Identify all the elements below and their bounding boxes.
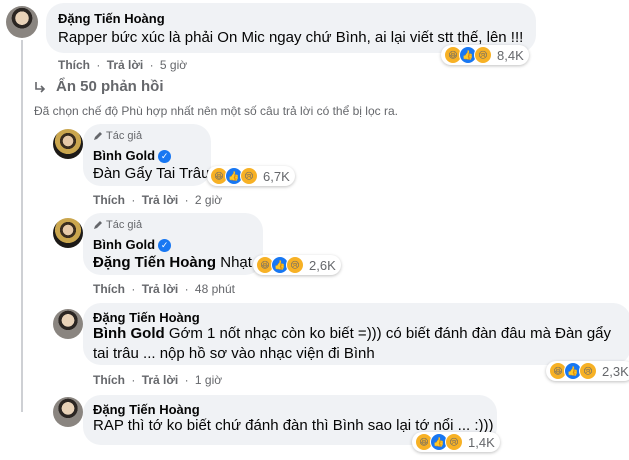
comment-author[interactable]: Đặng Tiến Hoàng <box>93 402 200 417</box>
comment-actions: Thích · Trả lời · 48 phút <box>93 282 235 296</box>
reaction-summary[interactable]: 😆 👍 😢 8,4K <box>441 45 529 65</box>
comment-text: Bình Gold Gớm 1 nốt nhạc còn ko biết =))… <box>93 324 611 344</box>
sad-icon: 😢 <box>240 167 258 185</box>
reply-button[interactable]: Trả lời <box>142 373 179 387</box>
comment-bubble: Tác giả Bình Gold ✓ Đặng Tiến Hoàng Nhạt <box>83 213 263 275</box>
separator: · <box>184 193 189 207</box>
hide-replies-label: Ẩn 50 phản hồi <box>56 78 164 95</box>
verified-badge-icon: ✓ <box>158 150 172 164</box>
hide-replies-button[interactable]: Ẩn 50 phản hồi <box>32 78 164 95</box>
sad-icon: 😢 <box>445 433 463 451</box>
reply-button[interactable]: Trả lời <box>142 193 179 207</box>
like-button[interactable]: Thích <box>58 58 90 72</box>
pencil-icon <box>94 132 102 140</box>
filter-notice: Đã chọn chế độ Phù hợp nhất nên một số c… <box>34 104 398 118</box>
avatar[interactable] <box>53 129 83 159</box>
pencil-icon <box>94 221 102 229</box>
separator: · <box>131 193 136 207</box>
avatar[interactable] <box>53 309 83 339</box>
thread-line <box>21 40 23 412</box>
reaction-summary[interactable]: 😆 👍 😢 6,7K <box>207 166 295 186</box>
comment-text-line1: Gớm 1 nốt nhạc còn ko biết =))) có biết … <box>164 325 612 342</box>
reaction-count: 2,3K <box>602 363 629 379</box>
reaction-summary[interactable]: 😆 👍 😢 1,4K <box>412 432 500 452</box>
like-button[interactable]: Thích <box>93 193 125 207</box>
reaction-count: 2,6K <box>309 257 336 273</box>
author-badge: Tác giả <box>93 130 142 142</box>
avatar[interactable] <box>53 218 83 248</box>
comment-author: Bình Gold ✓ <box>93 148 172 164</box>
mention-link[interactable]: Đặng Tiến Hoàng <box>93 254 216 271</box>
timestamp[interactable]: 1 giờ <box>195 373 222 387</box>
comment-text: Đàn Gẩy Tai Trâu <box>93 165 210 182</box>
author-badge: Tác giả <box>93 219 142 231</box>
comment-author: Bình Gold ✓ <box>93 237 172 253</box>
comment-text: Đặng Tiến Hoàng Nhạt <box>93 253 252 273</box>
reply-button[interactable]: Trả lời <box>107 58 144 72</box>
reaction-count: 8,4K <box>497 47 524 63</box>
separator: · <box>184 373 189 387</box>
separator: · <box>131 282 136 296</box>
timestamp[interactable]: 2 giờ <box>195 193 222 207</box>
reaction-summary[interactable]: 😆 👍 😢 2,3K <box>546 361 629 381</box>
comment-bubble: Đặng Tiến Hoàng Bình Gold Gớm 1 nốt nhạc… <box>83 303 629 365</box>
separator: · <box>131 373 136 387</box>
avatar[interactable] <box>53 397 83 427</box>
reaction-summary[interactable]: 😆 👍 😢 2,6K <box>253 255 341 275</box>
sad-icon: 😢 <box>474 46 492 64</box>
comment-actions: Thích · Trả lời · 2 giờ <box>93 193 222 207</box>
author-name[interactable]: Bình Gold <box>93 148 155 163</box>
comment-actions: Thích · Trả lời · 1 giờ <box>93 373 222 387</box>
reaction-count: 1,4K <box>468 434 495 450</box>
verified-badge-icon: ✓ <box>158 239 172 253</box>
sad-icon: 😢 <box>286 256 304 274</box>
like-button[interactable]: Thích <box>93 373 125 387</box>
separator: · <box>184 282 189 296</box>
reply-arrow-icon <box>35 81 46 93</box>
comment-actions: Thích · Trả lời · 5 giờ <box>58 58 187 72</box>
like-button[interactable]: Thích <box>93 282 125 296</box>
timestamp[interactable]: 5 giờ <box>160 58 187 72</box>
author-tag-label: Tác giả <box>106 219 143 231</box>
comment-bubble: Tác giả Bình Gold ✓ Đàn Gẩy Tai Trâu <box>83 124 211 186</box>
sad-icon: 😢 <box>579 362 597 380</box>
timestamp[interactable]: 48 phút <box>195 282 235 296</box>
reply-button[interactable]: Trả lời <box>142 282 179 296</box>
author-name[interactable]: Bình Gold <box>93 237 155 252</box>
comment-text-line2: tai trâu ... nộp hồ sơ vào nhạc viện đi … <box>93 345 375 362</box>
separator: · <box>96 58 101 72</box>
reaction-count: 6,7K <box>263 168 290 184</box>
separator: · <box>149 58 154 72</box>
mention-link[interactable]: Bình Gold <box>93 325 165 342</box>
avatar[interactable] <box>6 6 38 38</box>
comment-text-body: Nhạt <box>216 254 252 271</box>
comment-author[interactable]: Đặng Tiến Hoàng <box>58 11 165 26</box>
author-tag-label: Tác giả <box>106 130 143 142</box>
comment-author[interactable]: Đặng Tiến Hoàng <box>93 310 200 325</box>
